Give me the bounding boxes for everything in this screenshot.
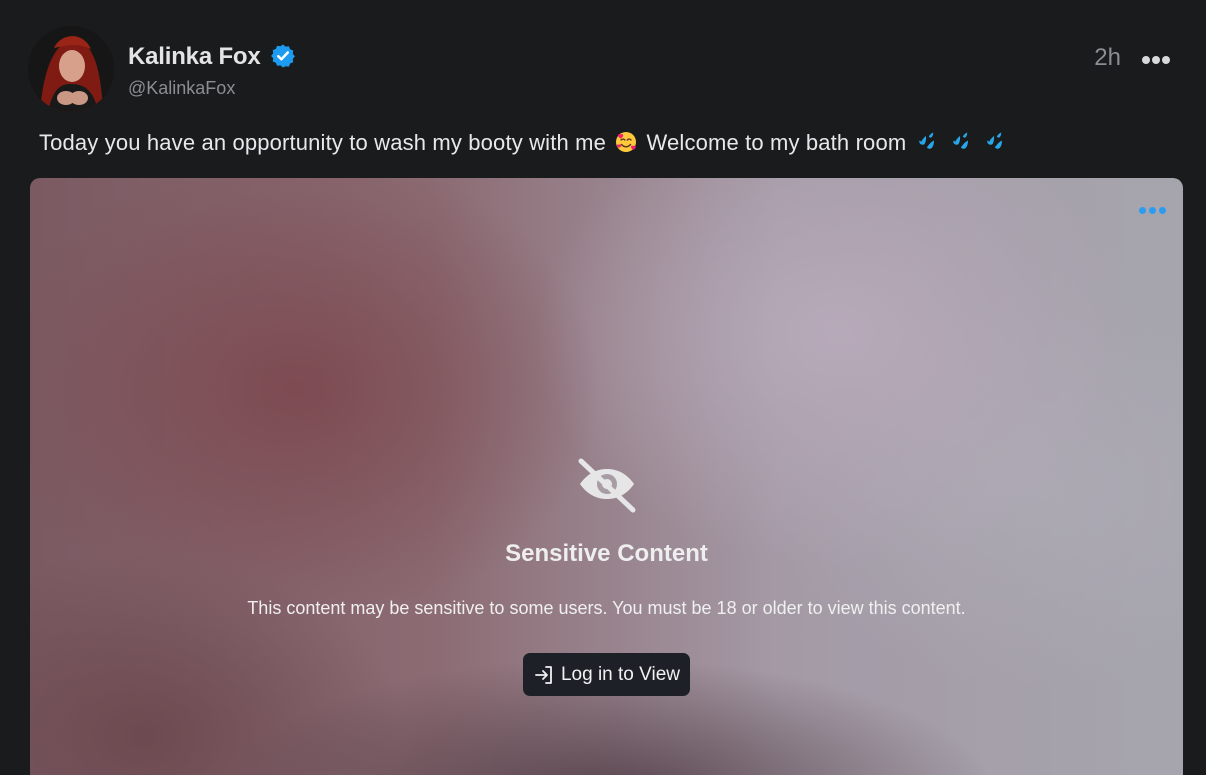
more-dot-icon [1159,207,1166,214]
blurred-media[interactable]: Sensitive Content This content may be se… [30,178,1183,775]
post-text-part-1: Today you have an opportunity to wash my… [39,130,606,155]
author-handle[interactable]: @KalinkaFox [128,78,296,99]
more-dot-icon [1162,56,1170,64]
author-display-name[interactable]: Kalinka Fox [128,43,261,71]
post-text: Today you have an opportunity to wash my… [39,130,1009,156]
login-arrow-icon [535,665,552,684]
verified-badge-icon [270,43,296,69]
more-dot-icon [1149,207,1156,214]
sensitive-content-overlay: Sensitive Content This content may be se… [30,455,1183,696]
sensitive-content-title: Sensitive Content [505,540,708,567]
avatar[interactable] [28,26,114,112]
post-card: Kalinka Fox @KalinkaFox 2h Today you hav… [0,0,1206,775]
log-in-to-view-button[interactable]: Log in to View [522,653,690,696]
smiling-face-with-hearts-icon [614,130,638,154]
post-timestamp[interactable]: 2h [1094,44,1121,72]
more-dot-icon [1139,207,1146,214]
more-dot-icon [1142,56,1150,64]
post-header: Kalinka Fox @KalinkaFox 2h [28,26,1206,112]
post-more-options-button[interactable] [1142,56,1172,66]
more-dot-icon [1152,56,1160,64]
media-more-options-button[interactable] [1139,207,1169,215]
eye-off-icon [578,458,635,513]
post-text-part-2: Welcome to my bath room [646,130,907,155]
author-name-block: Kalinka Fox @KalinkaFox [128,43,296,99]
sweat-droplets-icon [949,130,973,154]
sweat-droplets-icon [915,130,939,154]
log-in-to-view-label: Log in to View [560,663,680,685]
sweat-droplets-icon [983,130,1007,154]
sensitive-content-description: This content may be sensitive to some us… [247,598,966,618]
